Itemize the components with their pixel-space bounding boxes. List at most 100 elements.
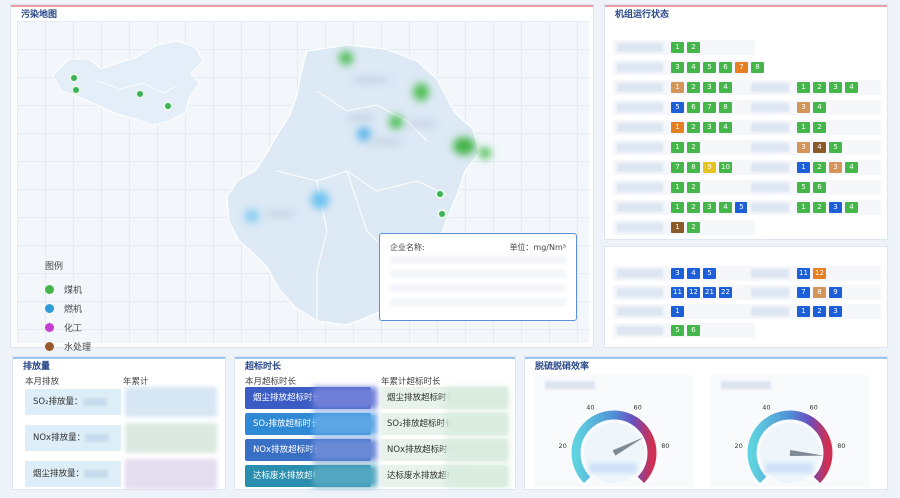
unit-chip[interactable]: 1 [797,82,810,93]
unit-chip[interactable]: 9 [703,162,716,173]
unit-chip[interactable]: 4 [813,142,826,153]
unit-chip[interactable]: 1 [797,122,810,133]
status-row[interactable]: 123 [751,305,845,318]
unit-chip[interactable]: 5 [797,182,810,193]
plant-marker[interactable] [71,85,81,95]
unit-chip[interactable]: 12 [813,268,826,279]
plant-marker[interactable] [357,127,371,141]
status-row[interactable]: 12 [617,41,703,54]
unit-chip[interactable]: 2 [687,182,700,193]
legend-item[interactable]: 煤机 [45,280,91,299]
unit-chip[interactable]: 4 [719,202,732,213]
status-row[interactable]: 12 [617,141,703,154]
yearly-so2-card[interactable] [125,387,217,417]
unit-chip[interactable]: 2 [687,42,700,53]
status-row[interactable]: 11 12 21 22 [617,286,735,299]
status-row[interactable]: 1234 [617,81,735,94]
unit-chip[interactable]: 3 [829,202,842,213]
legend-item[interactable]: 水处理 [45,337,91,356]
unit-chip[interactable]: 6 [687,102,700,113]
status-row[interactable]: 56 [751,181,829,194]
unit-chip[interactable]: 10 [719,162,732,173]
unit-chip[interactable]: 1 [671,306,684,317]
legend-item[interactable]: 燃机 [45,299,91,318]
status-row[interactable]: 12 [751,121,829,134]
unit-chip[interactable]: 5 [703,62,716,73]
unit-chip[interactable]: 3 [703,82,716,93]
unit-chip[interactable]: 4 [687,268,700,279]
unit-chip[interactable]: 6 [813,182,826,193]
unit-chip[interactable]: 2 [687,82,700,93]
unit-chip[interactable]: 2 [687,202,700,213]
unit-chip[interactable]: 4 [845,162,858,173]
unit-chip[interactable]: 2 [813,82,826,93]
plant-marker[interactable] [135,89,145,99]
status-row[interactable]: 123451 [617,201,767,214]
unit-chip[interactable]: 1 [797,162,810,173]
status-row[interactable]: 345678 [617,61,767,74]
plant-marker[interactable] [437,209,447,219]
unit-chip[interactable]: 1 [671,182,684,193]
desulfurization-gauge-card[interactable]: 020406080100 [535,375,693,495]
unit-chip[interactable]: 3 [829,306,842,317]
unit-chip[interactable]: 3 [797,102,810,113]
unit-chip[interactable]: 8 [751,62,764,73]
status-row[interactable]: 12 [617,181,703,194]
status-row[interactable]: 12 [617,221,703,234]
unit-chip[interactable]: 6 [719,62,732,73]
unit-chip[interactable]: 7 [735,62,748,73]
plant-marker[interactable] [69,73,79,83]
plant-marker[interactable] [339,51,353,65]
status-row[interactable]: 1 [617,305,687,318]
unit-chip[interactable]: 4 [813,102,826,113]
plant-marker[interactable] [389,115,403,129]
unit-chip[interactable]: 11 [671,287,684,298]
unit-chip[interactable]: 5 [703,268,716,279]
unit-chip[interactable]: 3 [703,122,716,133]
status-row[interactable]: 1234 [751,81,861,94]
nox-emission-box[interactable]: NOx排放量： [25,425,121,451]
plant-marker[interactable] [413,83,429,101]
status-row[interactable]: 7 8 9 10 [617,161,735,174]
dust-emission-box[interactable]: 烟尘排放量： [25,461,121,487]
unit-chip[interactable]: 4 [845,82,858,93]
unit-chip[interactable]: 2 [813,162,826,173]
unit-chip[interactable]: 1 [671,122,684,133]
unit-chip[interactable]: 4 [719,122,732,133]
unit-chip[interactable]: 8 [719,102,732,113]
unit-chip[interactable]: 5 [671,325,684,336]
unit-chip[interactable]: 2 [687,222,700,233]
unit-chip[interactable]: 3 [829,82,842,93]
status-row[interactable]: 789 [751,286,845,299]
unit-chip[interactable]: 1 [671,222,684,233]
plant-marker[interactable] [245,209,259,223]
status-row[interactable]: 11 12 [751,267,829,280]
unit-chip[interactable]: 1 [671,142,684,153]
yearly-dust-card[interactable] [125,459,217,489]
unit-chip[interactable]: 4 [687,62,700,73]
map-canvas[interactable]: 图例 煤机 燃机 化工 水处理 企业名称: 单位：mg/Nm³ [17,21,589,353]
status-row[interactable]: 56 [617,324,703,337]
unit-chip[interactable]: 5 [829,142,842,153]
status-row[interactable]: 345 [617,267,719,280]
denitrification-gauge-card[interactable]: 020406080100 [711,375,869,495]
unit-chip[interactable]: 2 [687,122,700,133]
status-row[interactable]: 1234 [751,201,861,214]
unit-chip[interactable]: 2 [813,122,826,133]
unit-chip[interactable]: 4 [845,202,858,213]
plant-marker[interactable] [435,189,445,199]
unit-chip[interactable]: 11 [797,268,810,279]
unit-chip[interactable]: 2 [687,142,700,153]
plant-marker[interactable] [163,101,173,111]
so2-emission-box[interactable]: SO₂排放量： [25,389,121,415]
unit-chip[interactable]: 8 [687,162,700,173]
unit-chip[interactable]: 7 [703,102,716,113]
unit-chip[interactable]: 6 [687,325,700,336]
unit-chip[interactable]: 2 [813,202,826,213]
unit-chip[interactable]: 3 [797,142,810,153]
unit-chip[interactable]: 1 [671,82,684,93]
unit-chip[interactable]: 9 [829,287,842,298]
status-row[interactable]: 345 [751,141,845,154]
unit-chip[interactable]: 7 [797,287,810,298]
status-row[interactable]: 34 [751,101,829,114]
